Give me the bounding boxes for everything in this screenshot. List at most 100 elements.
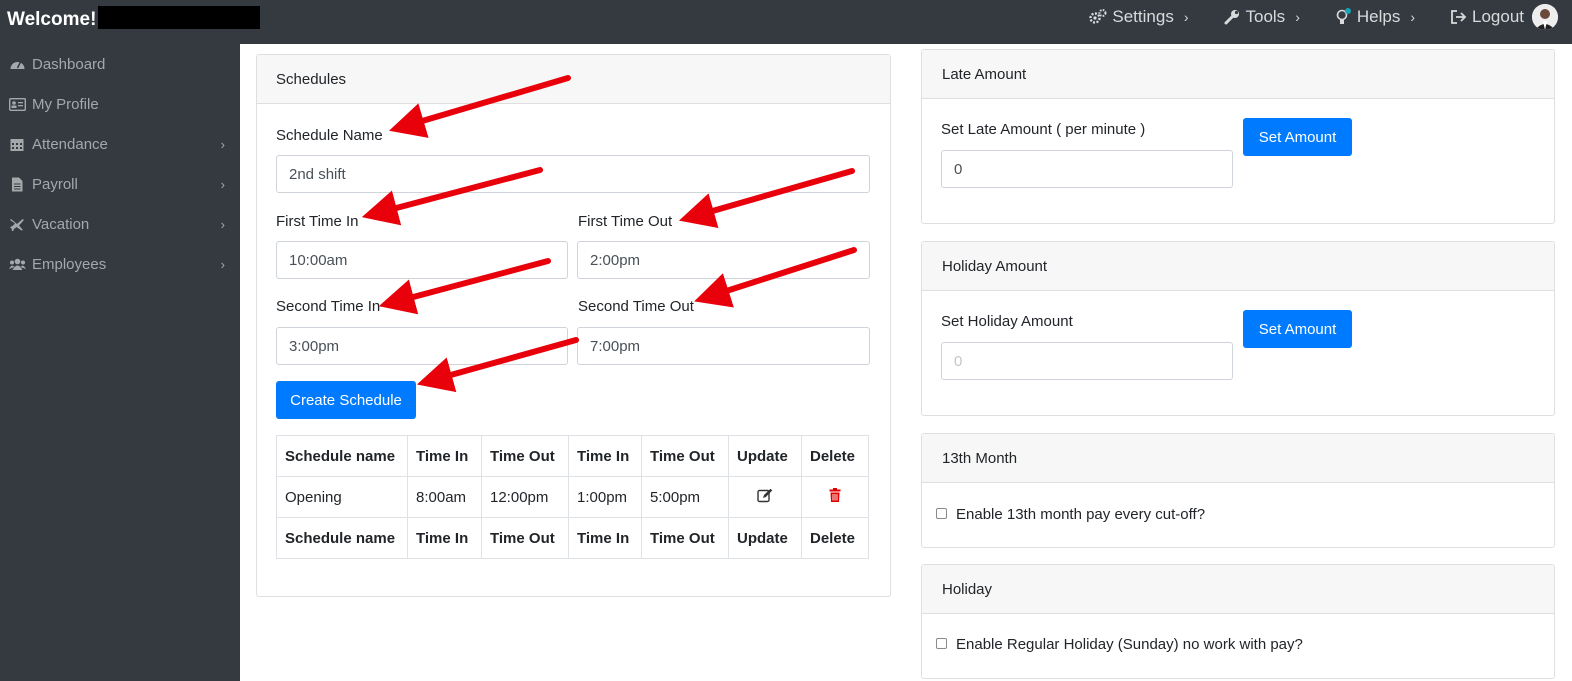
sidebar-item-label: Vacation (32, 215, 90, 233)
id-card-icon (9, 97, 26, 112)
late-amount-label: Set Late Amount ( per minute ) (941, 121, 1146, 138)
users-icon (9, 257, 26, 272)
sidebar-item-label: Employees (32, 255, 107, 273)
chevron-right-icon: › (1410, 9, 1415, 25)
logout-menu[interactable]: Logout (1449, 7, 1524, 27)
gears-icon (1089, 8, 1107, 26)
sidebar-item-dashboard[interactable]: Dashboard (0, 44, 240, 84)
wrench-icon (1223, 8, 1241, 26)
column-header: Time Out (481, 435, 569, 477)
trash-icon[interactable] (829, 488, 841, 506)
first-time-out-label: First Time Out (578, 213, 673, 230)
holiday-title: Holiday (942, 580, 993, 598)
card-header: Holiday Amount (922, 242, 1554, 291)
top-nav-menu: Settings › Tools › Helps › Logout (1055, 0, 1558, 34)
welcome-label: Welcome! (7, 9, 97, 30)
late-amount-title: Late Amount (942, 65, 1027, 83)
set-late-amount-button[interactable]: Set Amount (1243, 118, 1352, 156)
holiday-amount-input[interactable]: 0 (941, 342, 1233, 380)
settings-label: Settings (1112, 7, 1174, 26)
column-header: Update (728, 435, 802, 477)
table-row: Opening 8:00am 12:00pm 1:00pm 5:00pm (276, 476, 869, 518)
chevron-right-icon: › (220, 257, 225, 272)
top-navbar: Welcome! Settings › Tools › Helps › Logo… (0, 0, 1572, 44)
table-footer-row: Schedule name Time In Time Out Time In T… (276, 517, 869, 559)
column-footer: Update (728, 517, 802, 559)
time-out-cell: 5:00pm (641, 476, 729, 518)
chevron-right-icon: › (1183, 9, 1189, 25)
helps-label: Helps (1356, 7, 1401, 26)
helps-menu[interactable]: Helps › (1334, 7, 1415, 27)
document-icon (9, 177, 26, 192)
sidebar-item-my-profile[interactable]: My Profile (0, 84, 240, 124)
edit-icon[interactable] (757, 488, 773, 507)
card-header: 13th Month (922, 434, 1554, 483)
sidebar-item-attendance[interactable]: Attendance › (0, 124, 240, 164)
chevron-right-icon: › (220, 137, 225, 152)
time-in-cell: 1:00pm (568, 476, 642, 518)
first-time-in-input[interactable]: 10:00am (276, 241, 568, 279)
lightbulb-icon (1334, 8, 1352, 26)
second-time-in-input[interactable]: 3:00pm (276, 327, 568, 365)
sidebar-item-payroll[interactable]: Payroll › (0, 164, 240, 204)
column-header: Time Out (641, 435, 729, 477)
second-time-out-input[interactable]: 7:00pm (577, 327, 870, 365)
column-header: Time In (407, 435, 482, 477)
column-footer: Delete (801, 517, 869, 559)
sidebar-item-employees[interactable]: Employees › (0, 244, 240, 284)
holiday-amount-label: Set Holiday Amount (941, 313, 1073, 330)
chevron-right-icon: › (1295, 9, 1300, 25)
time-in-cell: 8:00am (407, 476, 482, 518)
plane-icon (9, 217, 26, 232)
logout-icon (1449, 8, 1467, 26)
sidebar-item-label: Attendance (32, 135, 108, 153)
late-amount-input[interactable]: 0 (941, 150, 1233, 188)
schedule-name-input[interactable]: 2nd shift (276, 155, 870, 193)
dashboard-icon (9, 57, 26, 72)
sidebar: Dashboard My Profile Attendance › Payrol… (0, 44, 240, 681)
time-out-cell: 12:00pm (481, 476, 569, 518)
holiday-checkbox-label[interactable]: Enable Regular Holiday (Sunday) no work … (956, 636, 1303, 653)
chevron-right-icon: › (220, 177, 225, 192)
column-footer: Time In (568, 517, 642, 559)
schedules-title: Schedules (276, 70, 347, 88)
user-avatar[interactable] (1532, 4, 1558, 30)
schedules-table: Schedule name Time In Time Out Time In T… (276, 435, 869, 559)
holiday-checkbox[interactable] (936, 638, 947, 649)
sidebar-item-vacation[interactable]: Vacation › (0, 204, 240, 244)
first-time-in-label: First Time In (276, 213, 359, 230)
sidebar-item-label: Payroll (32, 175, 78, 193)
table-header-row: Schedule name Time In Time Out Time In T… (276, 435, 869, 477)
schedule-name-cell: Opening (276, 476, 408, 518)
calendar-icon (9, 137, 26, 152)
column-header: Schedule name (276, 435, 408, 477)
column-footer: Schedule name (276, 517, 408, 559)
column-footer: Time Out (641, 517, 729, 559)
holiday-amount-title: Holiday Amount (942, 257, 1048, 275)
column-footer: Time Out (481, 517, 569, 559)
welcome-text: Welcome! (7, 6, 261, 31)
update-cell (728, 476, 802, 518)
set-holiday-amount-button[interactable]: Set Amount (1243, 310, 1352, 348)
holiday-card: Holiday (921, 564, 1555, 679)
tools-label: Tools (1245, 7, 1286, 26)
column-header: Time In (568, 435, 642, 477)
delete-cell (801, 476, 869, 518)
tools-menu[interactable]: Tools › (1223, 7, 1300, 27)
sidebar-item-label: My Profile (32, 95, 99, 113)
second-time-in-label: Second Time In (276, 298, 381, 315)
thirteenth-month-card: 13th Month (921, 433, 1555, 548)
thirteenth-month-checkbox-label[interactable]: Enable 13th month pay every cut-off? (956, 506, 1205, 523)
column-footer: Time In (407, 517, 482, 559)
thirteenth-month-checkbox[interactable] (936, 508, 947, 519)
settings-menu[interactable]: Settings › (1089, 7, 1189, 27)
thirteenth-month-title: 13th Month (942, 449, 1018, 467)
create-schedule-button[interactable]: Create Schedule (276, 381, 416, 419)
chevron-right-icon: › (220, 217, 225, 232)
schedule-name-label: Schedule Name (276, 127, 383, 144)
first-time-out-input[interactable]: 2:00pm (577, 241, 870, 279)
card-header: Schedules (257, 55, 890, 104)
second-time-out-label: Second Time Out (578, 298, 694, 315)
card-header: Holiday (922, 565, 1554, 614)
card-header: Late Amount (922, 50, 1554, 99)
